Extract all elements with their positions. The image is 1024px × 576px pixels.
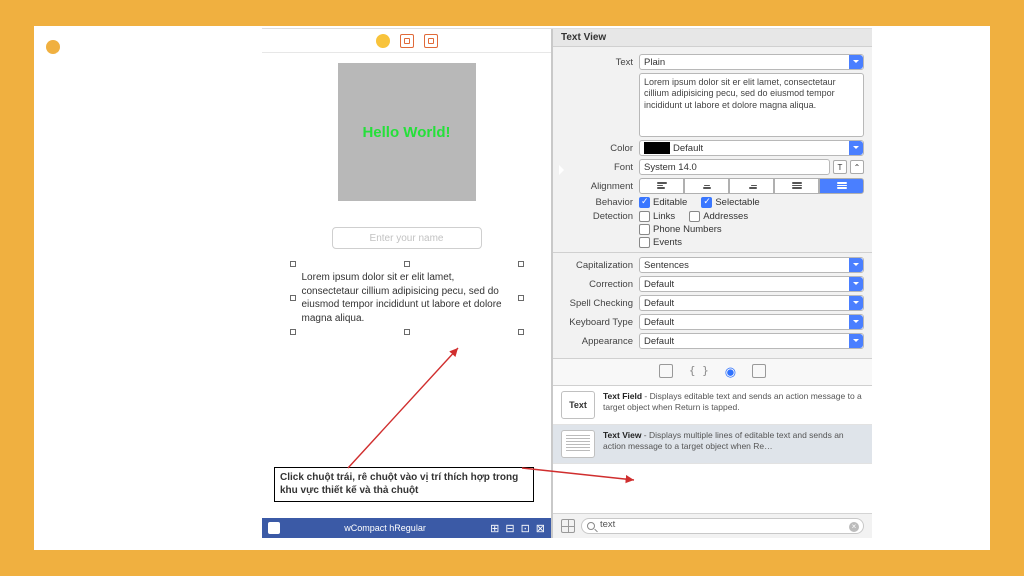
resolve-tool-icon[interactable]: ⊡ xyxy=(521,522,530,535)
assistant-editor-icon[interactable] xyxy=(400,34,414,48)
events-checkbox[interactable] xyxy=(639,237,650,248)
textview-view[interactable]: Lorem ipsum dolor sit er elit lamet, con… xyxy=(302,271,512,325)
object-library-tab-icon[interactable]: ◉ xyxy=(725,364,736,380)
color-swatch-icon xyxy=(644,142,670,154)
selectable-checkbox[interactable] xyxy=(701,197,712,208)
color-select[interactable]: Default xyxy=(639,140,864,156)
resize-handle[interactable] xyxy=(518,261,524,267)
capitalization-label: Capitalization xyxy=(561,260,633,271)
text-mode-select[interactable]: Plain xyxy=(639,54,864,70)
alignment-label: Alignment xyxy=(561,181,633,192)
text-label: Text xyxy=(561,57,633,68)
resize-handle[interactable] xyxy=(290,295,296,301)
correction-label: Correction xyxy=(561,279,633,290)
label-view[interactable]: Hello World! xyxy=(338,63,476,201)
alignment-segmented[interactable] xyxy=(639,178,864,194)
behavior-label: Behavior xyxy=(561,197,633,208)
resize-tool-icon[interactable]: ⊠ xyxy=(536,522,545,535)
version-editor-icon[interactable] xyxy=(424,34,438,48)
design-surface[interactable]: Hello World! Enter your name Lorem ipsum… xyxy=(262,53,551,518)
size-class-label[interactable]: wCompact hRegular xyxy=(288,523,482,533)
editable-checkbox[interactable] xyxy=(639,197,650,208)
library-search-input[interactable]: text × xyxy=(581,518,864,534)
resize-handle[interactable] xyxy=(290,261,296,267)
panel-toggle-icon[interactable] xyxy=(268,522,280,534)
textview-thumb-icon xyxy=(561,430,595,458)
inspector-panel: Text View Text Plain Lorem ipsum dolor s… xyxy=(552,29,872,538)
resize-handle[interactable] xyxy=(518,295,524,301)
code-snippet-tab-icon[interactable]: { } xyxy=(689,364,709,380)
appearance-label: Appearance xyxy=(561,336,633,347)
align-left-button[interactable] xyxy=(639,178,684,194)
resize-handle[interactable] xyxy=(404,261,410,267)
resize-handle[interactable] xyxy=(518,329,524,335)
capitalization-select[interactable]: Sentences xyxy=(639,257,864,273)
addresses-checkbox[interactable] xyxy=(689,211,700,222)
spellcheck-select[interactable]: Default xyxy=(639,295,864,311)
font-stepper-icon[interactable]: ⌃ xyxy=(850,160,864,174)
align-justify-button[interactable] xyxy=(774,178,819,194)
library-item-textview[interactable]: Text View - Displays multiple lines of e… xyxy=(553,425,872,464)
appearance-select[interactable]: Default xyxy=(639,333,864,349)
grid-view-icon[interactable] xyxy=(561,519,575,533)
align-tool-icon[interactable]: ⊞ xyxy=(490,522,499,535)
canvas-toolbar xyxy=(262,29,551,53)
links-checkbox[interactable] xyxy=(639,211,650,222)
font-field[interactable]: System 14.0 xyxy=(639,159,830,175)
media-library-tab-icon[interactable] xyxy=(752,364,766,378)
align-natural-button[interactable] xyxy=(819,178,864,194)
phone-checkbox[interactable] xyxy=(639,224,650,235)
canvas-panel: Hello World! Enter your name Lorem ipsum… xyxy=(262,29,552,538)
keyboard-type-label: Keyboard Type xyxy=(561,317,633,328)
library-tabs: { } ◉ xyxy=(553,358,872,386)
status-dot-icon xyxy=(376,34,390,48)
spellcheck-label: Spell Checking xyxy=(561,298,633,309)
library-item-textfield[interactable]: Text Text Field - Displays editable text… xyxy=(553,386,872,425)
color-label: Color xyxy=(561,143,633,154)
resize-handle[interactable] xyxy=(290,329,296,335)
inspector-section-header: Text View xyxy=(553,29,872,47)
pin-tool-icon[interactable]: ⊟ xyxy=(505,522,514,535)
instruction-note: Click chuột trái, rê chuột vào vị trí th… xyxy=(274,467,534,502)
textview-content: Lorem ipsum dolor sit er elit lamet, con… xyxy=(302,272,502,324)
text-content-textarea[interactable]: Lorem ipsum dolor sit er elit lamet, con… xyxy=(639,73,864,137)
detection-label: Detection xyxy=(561,211,633,222)
resize-handle[interactable] xyxy=(404,329,410,335)
correction-select[interactable]: Default xyxy=(639,276,864,292)
clear-search-icon[interactable]: × xyxy=(849,522,859,532)
textfield-view[interactable]: Enter your name xyxy=(332,227,482,249)
textfield-thumb-icon: Text xyxy=(561,391,595,419)
brand-logo: R2S Resource Software Solution xyxy=(52,46,151,90)
keyboard-type-select[interactable]: Default xyxy=(639,314,864,330)
font-picker-icon[interactable]: T xyxy=(833,160,847,174)
font-label: Font xyxy=(561,162,633,173)
align-center-button[interactable] xyxy=(684,178,729,194)
library-search-row: text × xyxy=(553,513,872,538)
file-template-tab-icon[interactable] xyxy=(659,364,673,378)
canvas-bottom-bar: wCompact hRegular ⊞ ⊟ ⊡ ⊠ xyxy=(262,518,551,538)
align-right-button[interactable] xyxy=(729,178,774,194)
search-icon xyxy=(587,522,595,530)
xcode-window: Hello World! Enter your name Lorem ipsum… xyxy=(262,28,872,538)
